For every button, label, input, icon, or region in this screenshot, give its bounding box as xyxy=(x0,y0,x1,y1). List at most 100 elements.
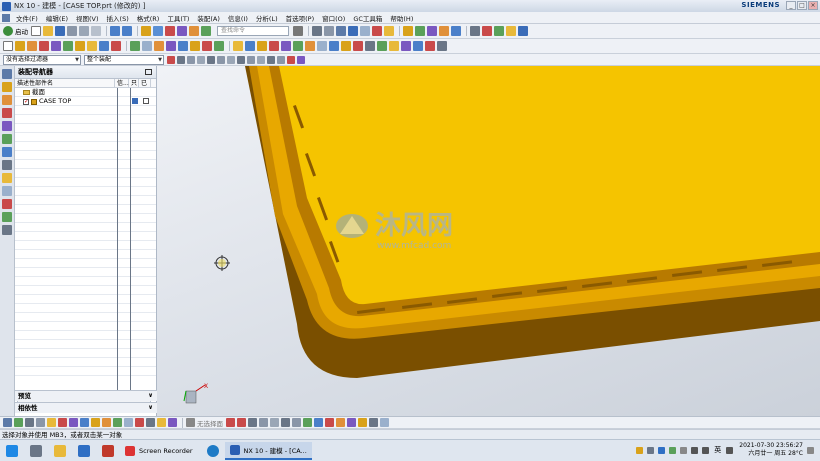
derived-line-icon[interactable] xyxy=(168,418,177,427)
selection-scope-select[interactable]: 整个装配 xyxy=(84,54,164,65)
mirror-curve-icon[interactable] xyxy=(135,418,144,427)
undo-icon[interactable] xyxy=(110,26,120,36)
input-method-icon[interactable] xyxy=(726,446,734,454)
lip-icon[interactable] xyxy=(281,41,291,51)
roles-icon[interactable] xyxy=(2,212,12,222)
menu-analysis[interactable]: 分析(L) xyxy=(252,13,282,23)
menu-help[interactable]: 帮助(H) xyxy=(386,13,417,23)
draft-icon[interactable] xyxy=(214,41,224,51)
menu-window[interactable]: 窗口(O) xyxy=(318,13,349,23)
menu-edit[interactable]: 编辑(E) xyxy=(42,13,72,23)
quadrant-icon[interactable] xyxy=(237,55,245,64)
measure-icon[interactable] xyxy=(470,26,480,36)
intersect-icon[interactable] xyxy=(87,41,97,51)
sweep-icon[interactable] xyxy=(233,41,243,51)
point-on-curve-icon[interactable] xyxy=(257,55,265,64)
tree-row-case-top[interactable]: CASE TOP xyxy=(15,97,156,106)
file-explorer-icon[interactable] xyxy=(54,444,66,457)
column-header-info[interactable]: 信... xyxy=(115,79,129,87)
move-face-icon[interactable] xyxy=(341,41,351,51)
chevron-up-icon[interactable] xyxy=(680,446,688,454)
maximize-icon[interactable] xyxy=(145,69,152,75)
trim-body-icon[interactable] xyxy=(178,41,188,51)
wire-icon[interactable] xyxy=(36,418,45,427)
pattern-icon[interactable] xyxy=(154,41,164,51)
constraint-icon[interactable] xyxy=(427,26,437,36)
polygon-icon[interactable] xyxy=(270,418,279,427)
zoom-icon[interactable] xyxy=(324,26,334,36)
network-icon[interactable] xyxy=(691,446,699,454)
sphere-icon[interactable] xyxy=(51,41,61,51)
part-navigator-icon[interactable] xyxy=(2,108,12,118)
unite-icon[interactable] xyxy=(63,41,73,51)
new-sketch-icon[interactable] xyxy=(3,41,13,51)
hole-icon[interactable] xyxy=(189,26,199,36)
history-icon[interactable] xyxy=(2,160,12,170)
mail-icon[interactable] xyxy=(78,444,90,457)
sketch-curve-icon[interactable] xyxy=(3,418,12,427)
bridge-curve-icon[interactable] xyxy=(336,418,345,427)
move-component-icon[interactable] xyxy=(439,26,449,36)
sketch-icon[interactable] xyxy=(153,26,163,36)
manufacturing-wizard-icon[interactable] xyxy=(2,199,12,209)
constraint-navigator-icon[interactable] xyxy=(2,95,12,105)
hd3d-tools-icon[interactable] xyxy=(2,134,12,144)
add-component-icon[interactable] xyxy=(415,26,425,36)
constraint-tool-icon[interactable] xyxy=(69,418,78,427)
new-file-icon[interactable] xyxy=(31,26,41,36)
column-header-modified[interactable]: 已 xyxy=(139,79,151,87)
clock[interactable]: 2021-07-30 23:56:27 六月廿一 周五 28°C xyxy=(739,442,803,458)
rectangle-icon[interactable] xyxy=(25,418,34,427)
reuse-library-icon[interactable] xyxy=(2,121,12,131)
intersection-curve-icon[interactable] xyxy=(157,418,166,427)
quick-trim-icon[interactable] xyxy=(80,418,89,427)
point-on-face-icon[interactable] xyxy=(267,55,275,64)
thicken-icon[interactable] xyxy=(245,41,255,51)
existing-point-icon[interactable] xyxy=(247,55,255,64)
fillet-icon[interactable] xyxy=(102,418,111,427)
menu-insert[interactable]: 插入(S) xyxy=(103,13,133,23)
graphics-window[interactable]: 沐风网 www.mfcad.com X xyxy=(157,66,820,416)
copy-icon[interactable] xyxy=(79,26,89,36)
section-icon[interactable] xyxy=(494,26,504,36)
snap-point-icon[interactable] xyxy=(177,55,185,64)
menu-preferences[interactable]: 首选项(P) xyxy=(282,13,319,23)
conic-icon[interactable] xyxy=(292,418,301,427)
redo-icon[interactable] xyxy=(122,26,132,36)
cube-icon[interactable] xyxy=(15,41,25,51)
wcs-icon[interactable] xyxy=(518,26,528,36)
restore-button[interactable]: □ xyxy=(797,1,807,10)
close-button[interactable]: × xyxy=(808,1,818,10)
rib-icon[interactable] xyxy=(269,41,279,51)
cut-icon[interactable] xyxy=(67,26,77,36)
preview-section[interactable]: 预览 ∨ xyxy=(15,390,157,401)
save-icon[interactable] xyxy=(55,26,65,36)
more-icon[interactable] xyxy=(437,41,447,51)
cone-icon[interactable] xyxy=(39,41,49,51)
select-all-icon[interactable] xyxy=(167,55,175,64)
taskbar-nx10[interactable]: NX 10 - 建模 - [CA... xyxy=(224,441,312,460)
menu-view[interactable]: 视图(V) xyxy=(72,13,103,23)
text-curve-icon[interactable] xyxy=(314,418,323,427)
line-icon[interactable] xyxy=(237,418,246,427)
tray-app-icon[interactable] xyxy=(669,446,677,454)
layer-icon[interactable] xyxy=(506,26,516,36)
menu-file[interactable]: 文件(F) xyxy=(12,13,42,23)
extrude-icon[interactable] xyxy=(165,26,175,36)
pattern-curve-icon[interactable] xyxy=(124,418,133,427)
midpoint-icon[interactable] xyxy=(197,55,205,64)
rotate-icon[interactable] xyxy=(336,26,346,36)
fit-view-icon[interactable] xyxy=(312,26,322,36)
menu-tools[interactable]: 工具(T) xyxy=(163,13,193,23)
web-browser-icon[interactable] xyxy=(2,147,12,157)
task-view-icon[interactable] xyxy=(30,444,42,457)
composite-curve-icon[interactable] xyxy=(347,418,356,427)
datum-plane-icon[interactable] xyxy=(130,41,140,51)
bounded-grid-icon[interactable] xyxy=(277,55,285,64)
assembly-navigator-icon[interactable] xyxy=(2,82,12,92)
search-icon[interactable] xyxy=(293,26,303,36)
clear-snap-icon[interactable] xyxy=(287,55,295,64)
column-header-readonly[interactable]: 只 xyxy=(129,79,139,87)
intersection-icon[interactable] xyxy=(217,55,225,64)
point-icon[interactable] xyxy=(47,418,56,427)
